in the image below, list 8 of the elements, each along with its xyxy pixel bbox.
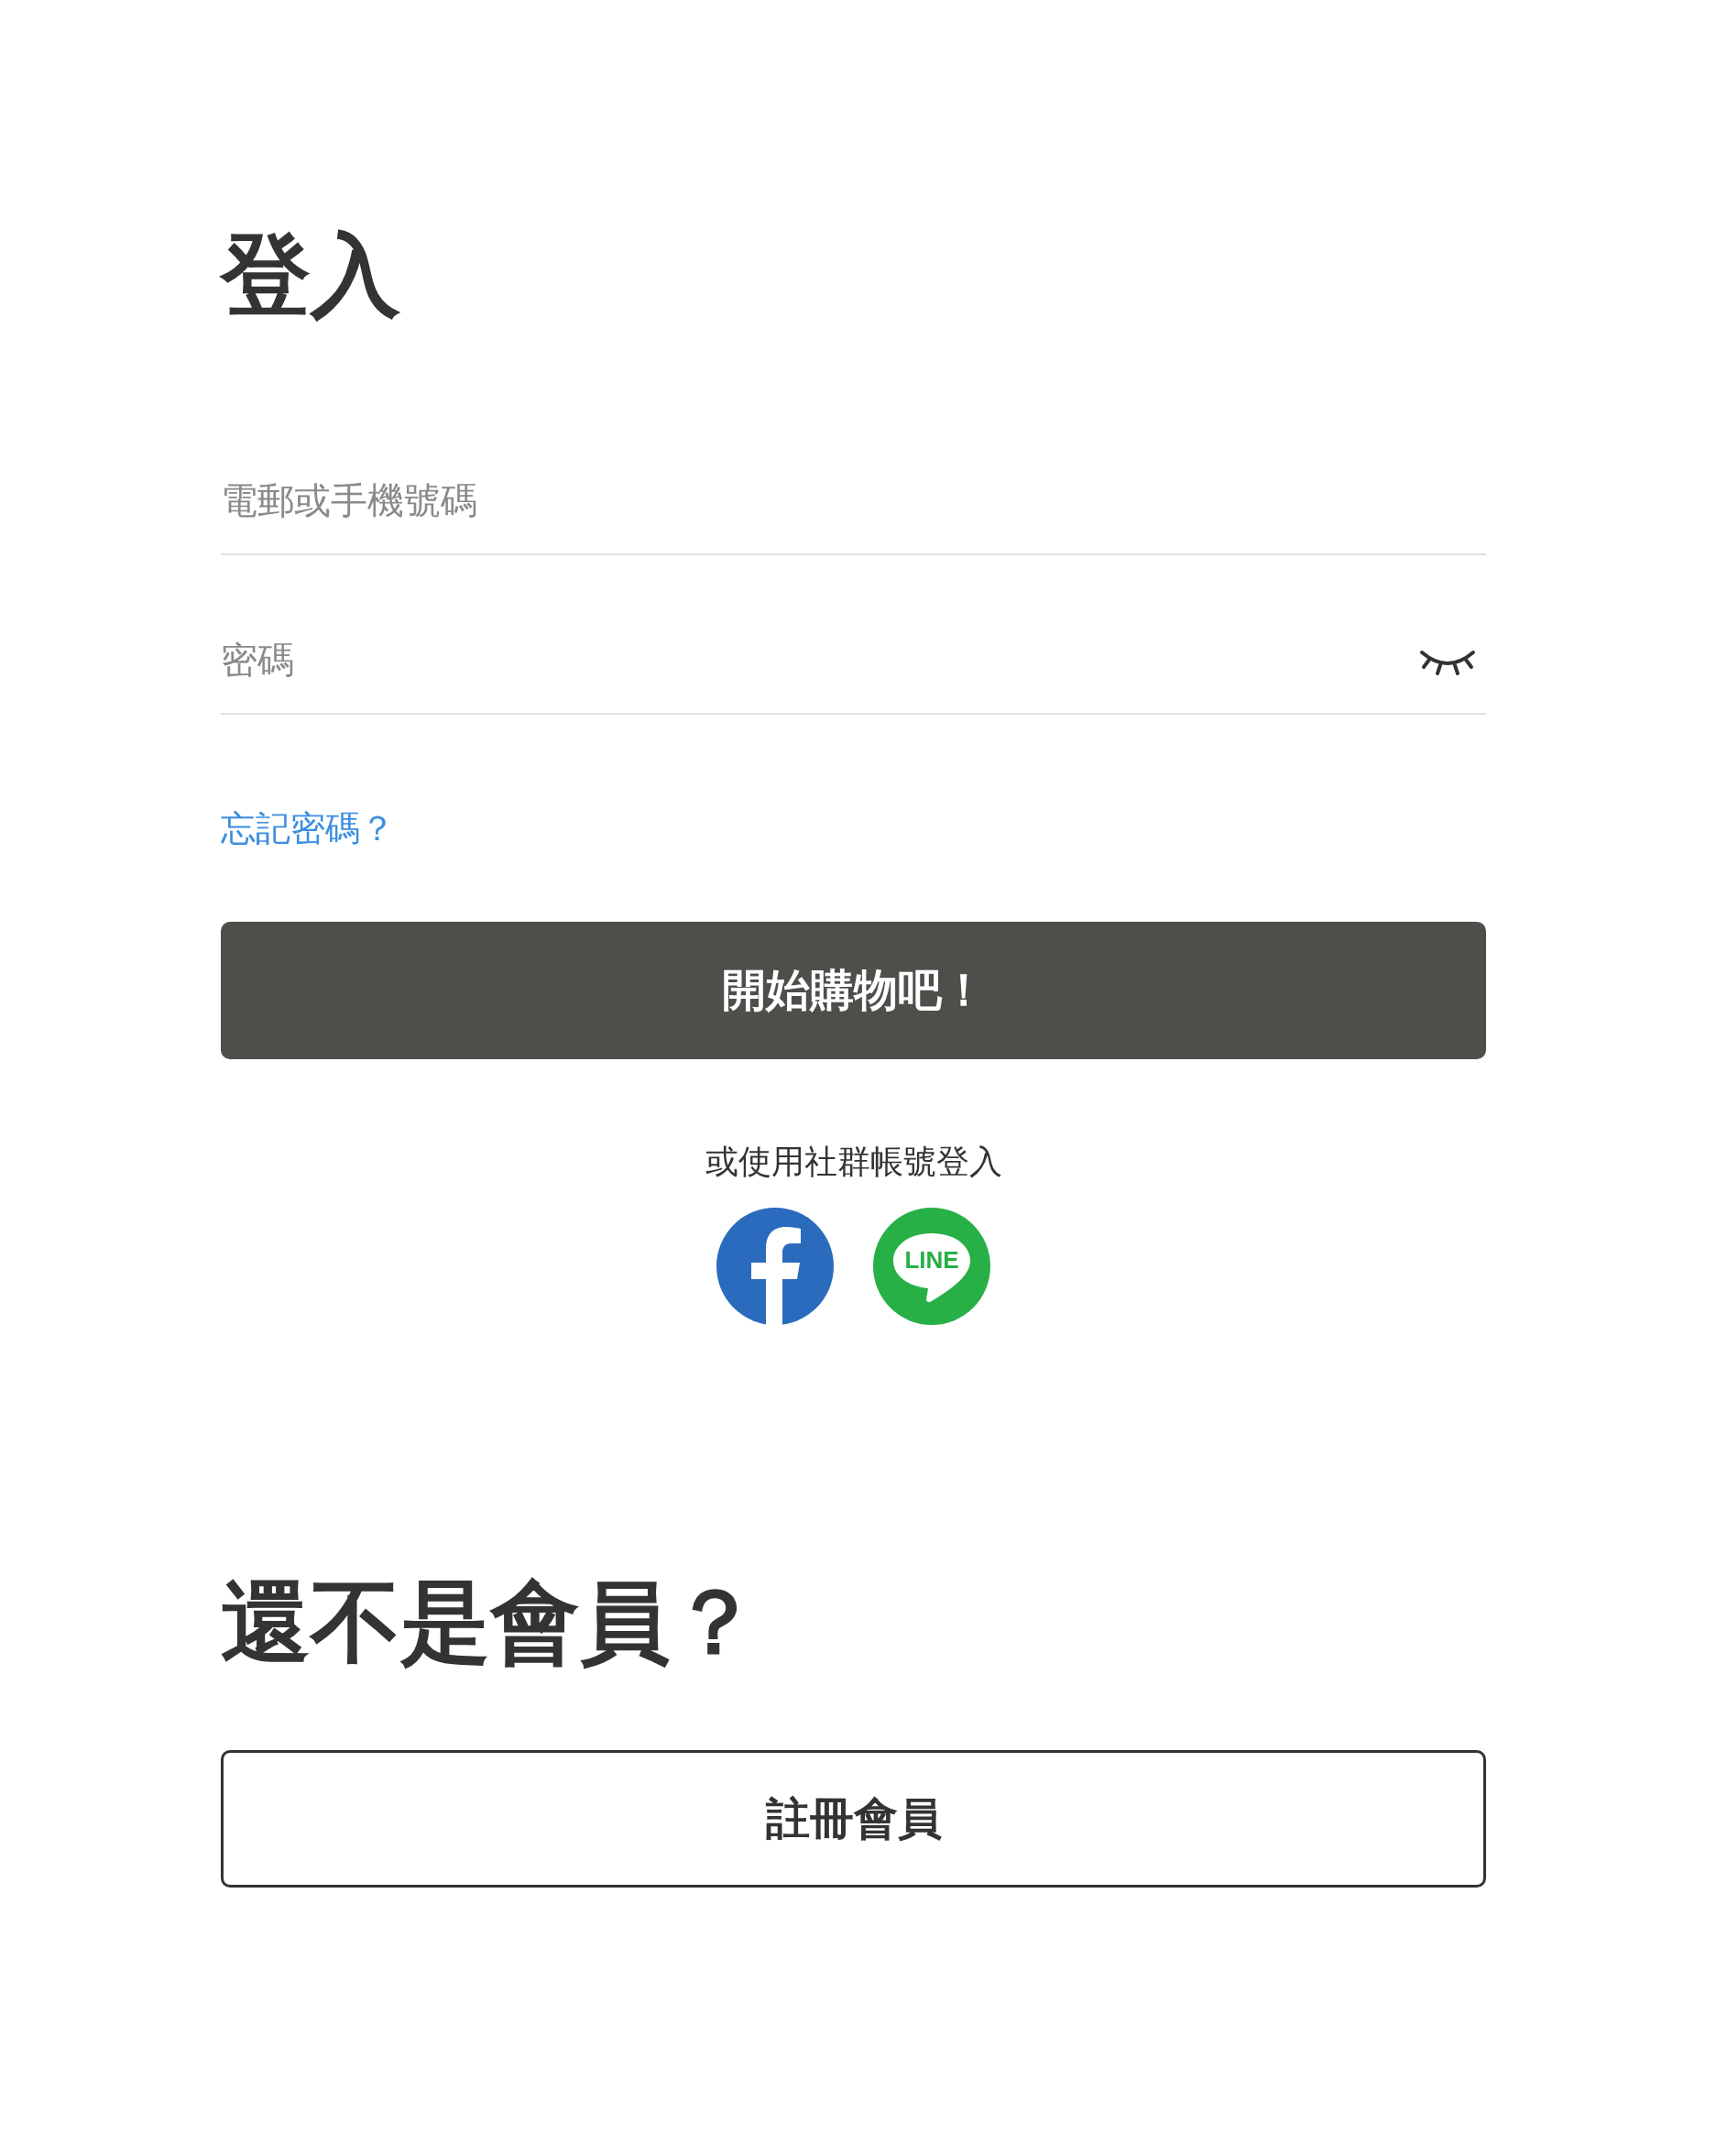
signup-heading: 還不是會員？: [221, 1569, 760, 1676]
register-button[interactable]: 註冊會員: [221, 1750, 1486, 1888]
facebook-button[interactable]: [716, 1208, 834, 1325]
account-field[interactable]: 電郵或手機號碼: [221, 473, 1486, 528]
page-title: 登入: [221, 222, 401, 329]
start-shopping-button[interactable]: 開始購物吧！: [221, 922, 1486, 1059]
social-login-label: 或使用社群帳號登入: [704, 1142, 1003, 1182]
password-field[interactable]: 密碼: [221, 632, 1418, 687]
